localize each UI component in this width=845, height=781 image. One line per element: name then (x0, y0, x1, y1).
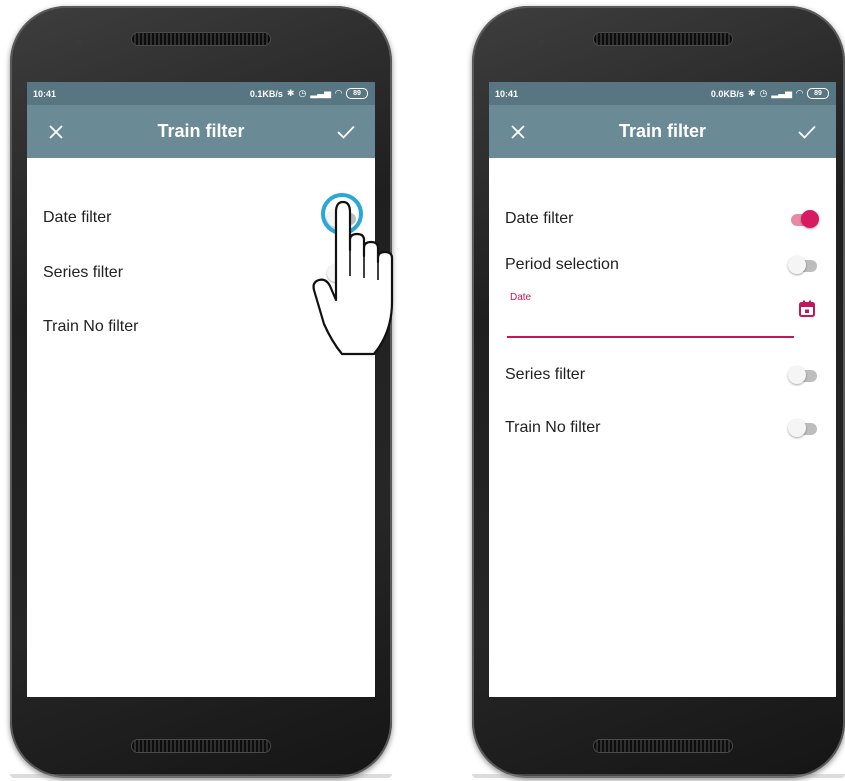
bluetooth-icon: ✱ (286, 88, 295, 98)
page-title: Train filter (157, 121, 245, 141)
earpiece-speaker (594, 33, 732, 45)
battery-icon: 89 (807, 88, 829, 99)
pointing-hand-icon (312, 193, 394, 356)
toolbar: Train filter (489, 105, 836, 158)
signal-icon: ▂▃▅ (310, 88, 332, 98)
bottom-speaker (594, 740, 732, 752)
train-no-filter-label: Train No filter (43, 318, 139, 335)
period-selection-row[interactable]: Period selection (489, 245, 836, 285)
bluetooth-icon: ✱ (747, 88, 756, 98)
status-time: 10:41 (495, 88, 519, 99)
screen-left: 10:41 0.1KB/s ✱ ◷ ▂▃▅ ◠ 89 Train filter … (27, 82, 375, 697)
wifi-icon: ◠ (335, 88, 342, 98)
train-no-filter-switch[interactable] (788, 419, 818, 437)
date-field[interactable]: Date (507, 292, 816, 338)
period-selection-label: Period selection (505, 256, 619, 273)
series-filter-switch[interactable] (788, 366, 818, 384)
page-title: Train filter (618, 121, 707, 141)
calendar-icon[interactable] (798, 300, 816, 318)
date-filter-label: Date filter (505, 210, 574, 227)
check-icon[interactable] (796, 121, 818, 143)
signal-icon: ▂▃▅ (771, 88, 793, 98)
screen-right: 10:41 0.0KB/s ✱ ◷ ▂▃▅ ◠ 89 Train filter … (489, 82, 836, 697)
train-no-filter-row[interactable]: Train No filter (489, 408, 836, 448)
phone-frame-right: 10:41 0.0KB/s ✱ ◷ ▂▃▅ ◠ 89 Train filter … (472, 6, 845, 778)
alarm-icon: ◷ (298, 88, 307, 98)
network-speed: 0.0KB/s (710, 88, 744, 99)
check-icon[interactable] (335, 121, 357, 143)
earpiece-speaker (132, 33, 270, 45)
front-camera (76, 39, 82, 45)
date-field-label: Date (510, 292, 532, 303)
battery-icon: 89 (346, 88, 368, 99)
alarm-icon: ◷ (759, 88, 768, 98)
toolbar: Train filter (27, 105, 375, 158)
status-bar: 10:41 0.1KB/s ✱ ◷ ▂▃▅ ◠ 89 (27, 82, 375, 105)
date-field-underline (507, 336, 794, 338)
bottom-speaker (132, 740, 270, 752)
phone-frame-left: 10:41 0.1KB/s ✱ ◷ ▂▃▅ ◠ 89 Train filter … (10, 6, 392, 778)
close-icon[interactable] (45, 121, 67, 143)
network-speed: 0.1KB/s (249, 88, 283, 99)
close-icon[interactable] (507, 121, 529, 143)
status-time: 10:41 (33, 88, 57, 99)
status-bar: 10:41 0.0KB/s ✱ ◷ ▂▃▅ ◠ 89 (489, 82, 836, 105)
date-filter-row[interactable]: Date filter (489, 199, 836, 239)
wifi-icon: ◠ (796, 88, 803, 98)
period-selection-switch[interactable] (788, 256, 818, 274)
series-filter-label: Series filter (43, 264, 124, 281)
date-filter-switch[interactable] (788, 210, 819, 228)
train-no-filter-label: Train No filter (505, 419, 601, 436)
front-camera (538, 39, 544, 45)
status-icons: 0.1KB/s ✱ ◷ ▂▃▅ ◠ 89 (250, 88, 368, 99)
date-filter-label: Date filter (43, 209, 112, 226)
status-icons: 0.0KB/s ✱ ◷ ▂▃▅ ◠ 89 (711, 88, 829, 99)
series-filter-label: Series filter (505, 366, 586, 383)
series-filter-row[interactable]: Series filter (489, 355, 836, 395)
